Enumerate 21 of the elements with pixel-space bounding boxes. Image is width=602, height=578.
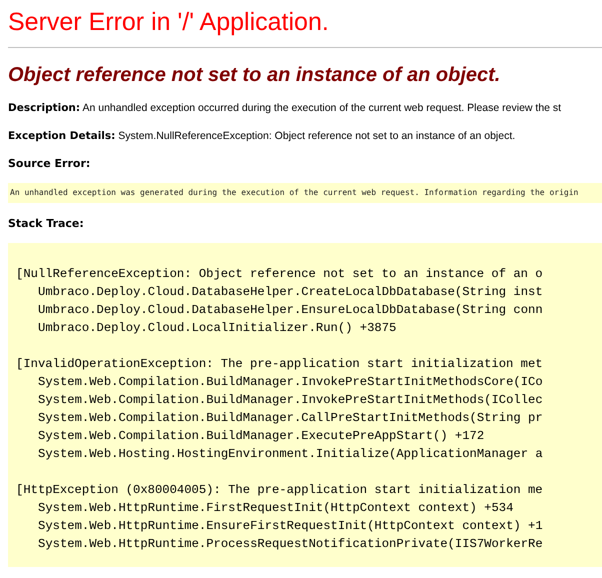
stack-frame: System.Web.HttpRuntime.ProcessRequestNotificationPrivate(IIS7WorkerRe [38,535,543,553]
exception-line: [InvalidOperationException: The pre-application start initialization met [16,356,543,373]
stack-frame: Umbraco.Deploy.Cloud.DatabaseHelper.EnsureLocalDbDatabase(String conn [38,301,543,319]
section-heading: Stack Trace: [8,217,85,231]
stack-frame: System.Web.Compilation.BuildManager.InvokePreStartInitMethods(ICollec [38,391,543,409]
stack-frame: Umbraco.Deploy.Cloud.LocalInitializer.Run() +3875 [38,319,396,337]
stack-frame: System.Web.Hosting.HostingEnvironment.Initialize(ApplicationManager a [38,445,543,463]
stack-frame: System.Web.HttpRuntime.FirstRequestInit(HttpContext context) +534 [38,499,514,517]
stack-frame: System.Web.Compilation.BuildManager.ExecutePreAppStart() +172 [38,427,484,445]
detail-text: Exception Details: System.NullReferenceException: Object reference not set to an instance of an object. [8,129,516,143]
exception-line: [HttpException (0x80004005): The pre-application start initialization me [16,482,543,499]
stack-frame: System.Web.HttpRuntime.EnsureFirstRequestInit(HttpContext context) +1 [38,517,543,535]
page-title: Server Error in '/' Application. [8,7,330,37]
stack-frame: System.Web.Compilation.BuildManager.InvokePreStartInitMethodsCore(ICo [38,373,543,391]
stack-frame: Umbraco.Deploy.Cloud.DatabaseHelper.CreateLocalDbDatabase(String inst [38,283,543,301]
source-error-text: An unhandled exception was generated during the execution of the current web request. Information regarding the origin [8,183,602,203]
error-message: Object reference not set to an instance of an object. [8,63,502,87]
exception-line: [NullReferenceException: Object reference not set to an instance of an o [16,266,543,283]
stack-frame: System.Web.Compilation.BuildManager.CallPreStartInitMethods(String pr [38,409,543,427]
section-heading: Source Error: [8,157,92,171]
detail-text: Description: An unhandled exception occurred during the execution of the current web request. Please review the st [8,101,562,115]
